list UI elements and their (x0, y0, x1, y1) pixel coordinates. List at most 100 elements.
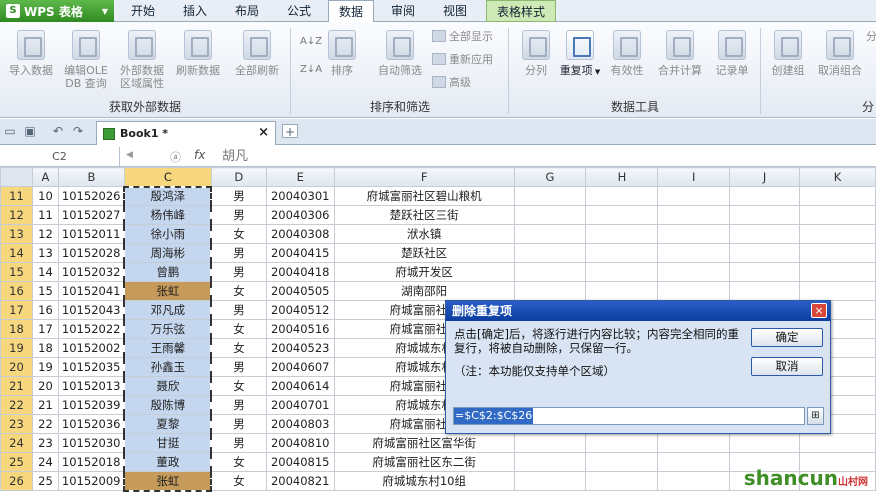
cell-f[interactable]: 湖南邵阳 (333, 281, 515, 301)
cell-e[interactable]: 20040607 (265, 357, 335, 377)
cell-j[interactable] (729, 281, 801, 301)
cell-j[interactable] (729, 205, 801, 225)
cell-c[interactable]: 徐小雨 (123, 224, 213, 244)
cell-d[interactable]: 男 (210, 395, 267, 415)
cell-d[interactable]: 女 (210, 338, 267, 358)
cell-j[interactable] (729, 186, 801, 206)
cell-d[interactable]: 男 (210, 357, 267, 377)
cell-j[interactable] (729, 433, 801, 453)
cell-d[interactable]: 男 (210, 300, 267, 320)
tab-formula[interactable]: 公式 (274, 0, 324, 22)
range-input[interactable]: =$C$2:$C$26 (453, 407, 805, 425)
cell-c[interactable]: 殷鸿泽 (123, 185, 213, 206)
create-group-button[interactable]: 创建组 (766, 30, 810, 77)
row-header[interactable]: 14 (0, 243, 33, 263)
cell-a[interactable]: 14 (31, 262, 59, 282)
row-header[interactable]: 17 (0, 300, 33, 320)
cell-g[interactable] (513, 186, 587, 206)
column-header[interactable]: B (57, 167, 125, 187)
cell-d[interactable]: 男 (210, 205, 267, 225)
cell-b[interactable]: 10152035 (57, 357, 125, 377)
new-tab-icon[interactable]: + (282, 124, 298, 139)
cell-b[interactable]: 10152028 (57, 243, 125, 263)
cell-j[interactable] (729, 243, 801, 263)
cell-c[interactable]: 聂欣 (123, 376, 213, 396)
cell-f[interactable]: 楚跃社区 (333, 243, 515, 263)
select-all-corner[interactable] (0, 167, 33, 187)
tab-data[interactable]: 数据 (328, 0, 374, 23)
cell-d[interactable]: 女 (210, 224, 267, 244)
cell-i[interactable] (657, 452, 731, 472)
record-form-button[interactable]: 记录单 (710, 30, 754, 77)
row-header[interactable]: 23 (0, 414, 33, 434)
cell-e[interactable]: 20040301 (265, 186, 335, 206)
cell-k[interactable] (799, 205, 876, 225)
consolidate-button[interactable]: 合并计算 (652, 30, 708, 77)
cell-e[interactable]: 20040821 (265, 471, 335, 491)
cell-f[interactable]: 府城富丽社区碧山粮机 (333, 186, 515, 206)
cell-i[interactable] (657, 281, 731, 301)
cell-e[interactable]: 20040415 (265, 243, 335, 263)
cell-e[interactable]: 20040308 (265, 224, 335, 244)
cell-a[interactable]: 13 (31, 243, 59, 263)
cell-c[interactable]: 曾鹏 (123, 262, 213, 282)
cell-b[interactable]: 10152032 (57, 262, 125, 282)
cell-d[interactable]: 女 (210, 471, 267, 491)
tab-review[interactable]: 审阅 (378, 0, 428, 22)
cell-g[interactable] (513, 262, 587, 282)
cell-h[interactable] (585, 452, 659, 472)
column-header[interactable]: K (799, 167, 876, 187)
cell-k[interactable] (799, 224, 876, 244)
row-header[interactable]: 12 (0, 205, 33, 225)
cell-c[interactable]: 张虹 (123, 281, 213, 301)
cell-e[interactable]: 20040803 (265, 414, 335, 434)
cell-c[interactable]: 万乐弦 (123, 319, 213, 339)
cell-h[interactable] (585, 471, 659, 491)
cell-c[interactable]: 董政 (123, 452, 213, 472)
external-range-props-button[interactable]: 外部数据 区域属性 (114, 30, 170, 90)
cell-i[interactable] (657, 243, 731, 263)
cell-f[interactable]: 府城开发区 (333, 262, 515, 282)
cell-b[interactable]: 10152002 (57, 338, 125, 358)
ok-button[interactable]: 确定 (751, 328, 823, 347)
cell-i[interactable] (657, 186, 731, 206)
cell-b[interactable]: 10152041 (57, 281, 125, 301)
cell-k[interactable] (799, 186, 876, 206)
close-icon[interactable]: × (811, 303, 827, 318)
close-tab-icon[interactable]: × (258, 125, 269, 140)
cell-i[interactable] (657, 224, 731, 244)
cell-g[interactable] (513, 471, 587, 491)
cell-k[interactable] (799, 281, 876, 301)
cell-f[interactable]: 府城富丽社区东二街 (333, 452, 515, 472)
row-header[interactable]: 15 (0, 262, 33, 282)
cell-h[interactable] (585, 205, 659, 225)
cell-c[interactable]: 周海彬 (123, 243, 213, 263)
cell-e[interactable]: 20040523 (265, 338, 335, 358)
tab-view[interactable]: 视图 (430, 0, 480, 22)
refresh-data-button[interactable]: 刷新数据 (172, 30, 224, 77)
cell-g[interactable] (513, 243, 587, 263)
cell-a[interactable]: 11 (31, 205, 59, 225)
cell-b[interactable]: 10152043 (57, 300, 125, 320)
cell-a[interactable]: 15 (31, 281, 59, 301)
cell-c[interactable]: 甘挺 (123, 433, 213, 453)
column-header[interactable]: E (265, 167, 335, 187)
cell-c[interactable]: 邓凡成 (123, 300, 213, 320)
cell-f[interactable]: 府城富丽社区富华街 (333, 433, 515, 453)
row-header[interactable]: 13 (0, 224, 33, 244)
formula-input[interactable]: 胡凡 (222, 147, 248, 166)
autofilter-button[interactable]: 自动筛选 (372, 30, 428, 77)
row-header[interactable]: 18 (0, 319, 33, 339)
tab-layout[interactable]: 布局 (222, 0, 272, 22)
cell-g[interactable] (513, 205, 587, 225)
cell-f[interactable]: 洑水镇 (333, 224, 515, 244)
cell-b[interactable]: 10152009 (57, 471, 125, 491)
refresh-all-button[interactable]: 全部刷新 (228, 30, 286, 77)
save-icon[interactable]: ▣ (22, 124, 38, 138)
column-header[interactable]: G (513, 167, 587, 187)
cell-a[interactable]: 23 (31, 433, 59, 453)
edit-ole-db-button[interactable]: 编辑OLE DB 查询 (58, 30, 114, 90)
cell-k[interactable] (799, 433, 876, 453)
cell-d[interactable]: 男 (210, 414, 267, 434)
cell-a[interactable]: 19 (31, 357, 59, 377)
